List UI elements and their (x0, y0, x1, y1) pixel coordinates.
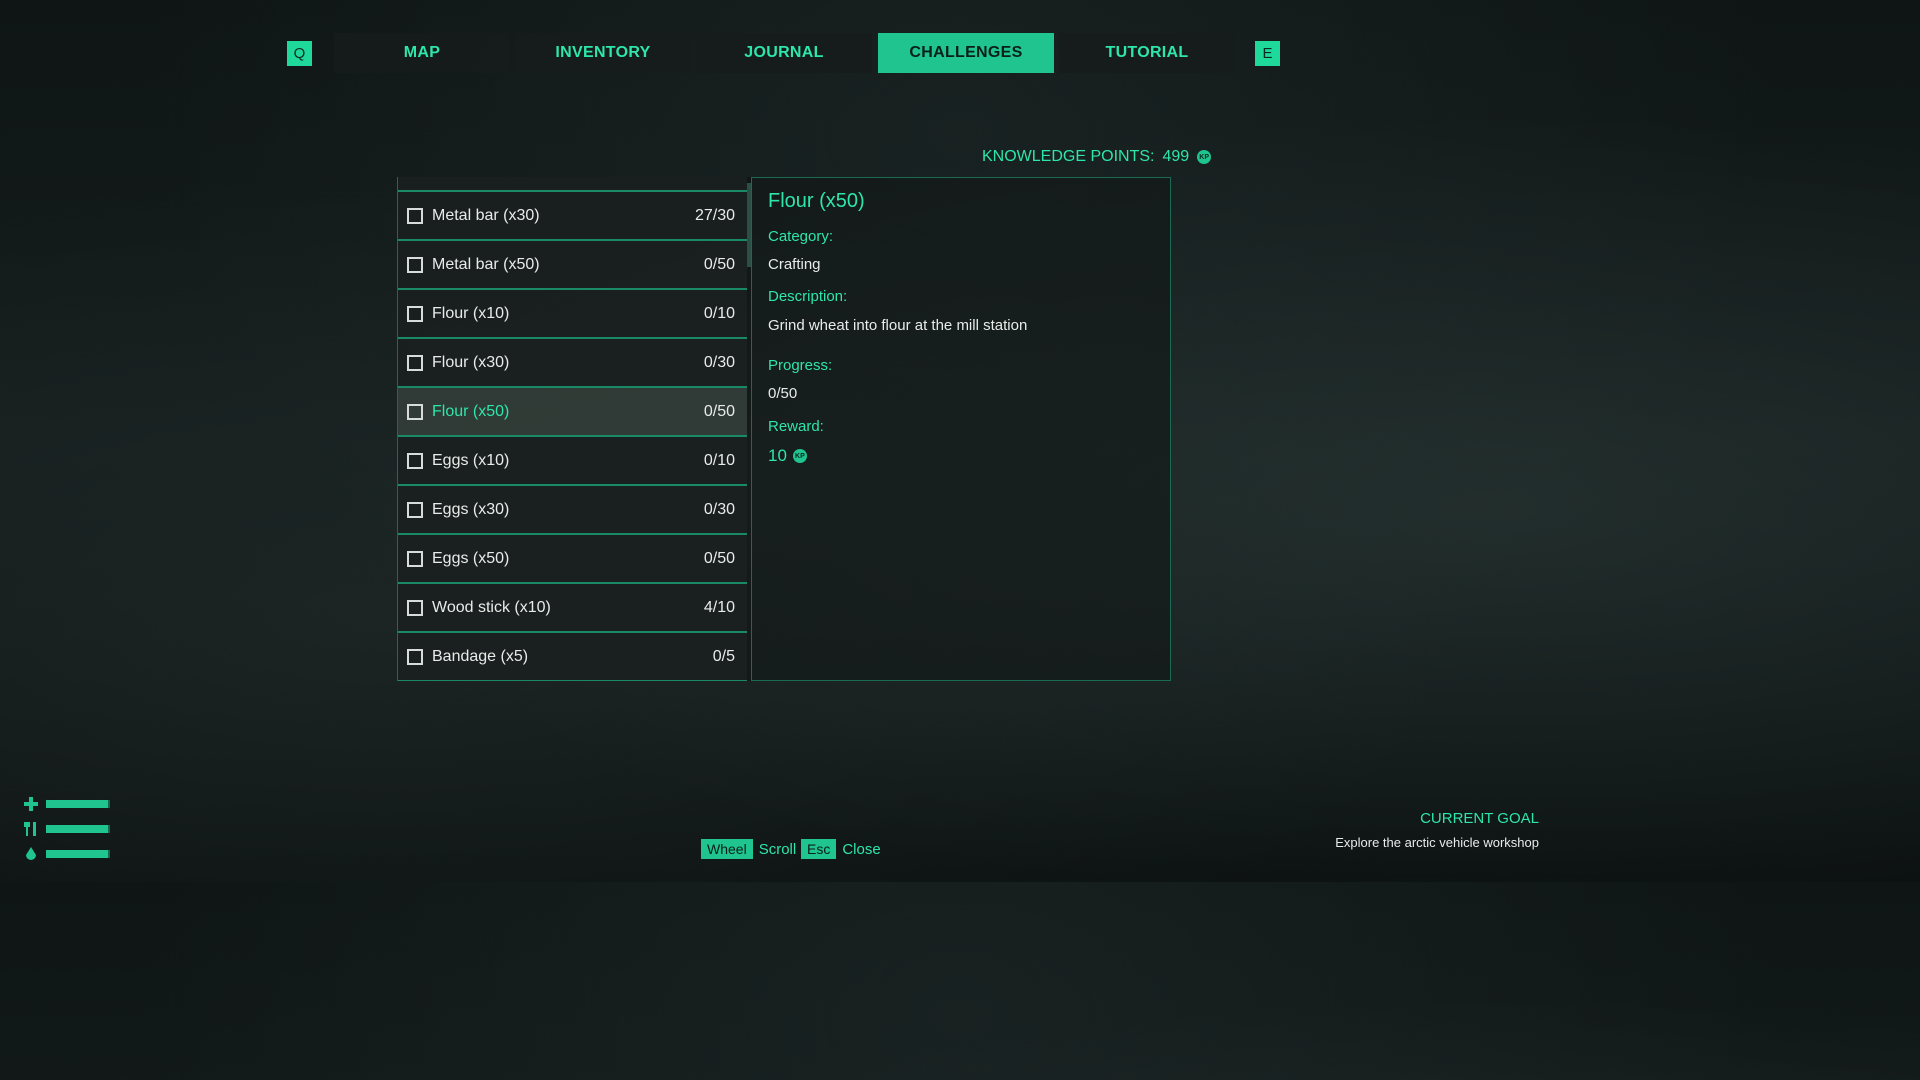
list-item[interactable]: Metal bar (x30) 27/30 (398, 192, 747, 241)
tab-journal[interactable]: JOURNAL (696, 33, 872, 73)
checkbox (407, 256, 423, 273)
challenge-label: Metal bar (x50) (432, 255, 540, 273)
close-control-hint[interactable]: Esc Close (801, 839, 881, 859)
kp-coin-icon: KP (1197, 150, 1212, 164)
challenge-label: Eggs (x30) (432, 500, 510, 518)
current-goal-title: CURRENT GOAL (1420, 810, 1539, 827)
list-item[interactable]: Eggs (x10) 0/10 (398, 437, 747, 486)
tab-tutorial[interactable]: TUTORIAL (1059, 33, 1235, 73)
challenge-progress: 0/30 (703, 353, 735, 371)
checkbox (407, 501, 423, 518)
checkbox (407, 599, 423, 616)
challenge-progress: 0/10 (703, 304, 735, 322)
list-item-selected[interactable]: Flour (x50) 0/50 (398, 388, 747, 437)
food-meter (24, 822, 110, 836)
category-value: Crafting (768, 256, 821, 273)
challenge-detail: Flour (x50) Category: Crafting Descripti… (751, 177, 1171, 681)
plus-icon (24, 797, 38, 811)
reward-label: Reward: (768, 418, 824, 435)
esc-key[interactable]: Esc (801, 839, 837, 859)
list-item[interactable]: Eggs (x30) 0/30 (398, 486, 747, 535)
knowledge-points-label: KNOWLEDGE POINTS: (982, 148, 1155, 165)
description-label: Description: (768, 288, 848, 305)
checkbox (407, 207, 423, 224)
challenge-label: Eggs (x50) (432, 549, 510, 567)
category-label: Category: (768, 228, 834, 245)
water-bar (46, 850, 110, 858)
challenge-label: Metal bar (x30) (432, 206, 540, 224)
challenge-progress: 0/10 (703, 451, 735, 469)
health-meter (24, 797, 110, 811)
reward: 10 KP (768, 446, 807, 466)
droplet-icon (24, 847, 38, 861)
fork-knife-icon (24, 822, 38, 836)
checkbox (407, 305, 423, 322)
checkbox (407, 403, 423, 420)
checkbox (407, 550, 423, 567)
tab-map[interactable]: MAP (334, 33, 510, 73)
tab-inventory[interactable]: INVENTORY (515, 33, 691, 73)
list-item-partial (398, 177, 747, 192)
prev-tab-key[interactable]: Q (287, 41, 312, 66)
food-bar (46, 825, 110, 833)
challenge-list[interactable]: Metal bar (x30) 27/30 Metal bar (x50) 0/… (397, 177, 747, 681)
list-item[interactable]: Wood stick (x10) 4/10 (398, 584, 747, 633)
reward-value: 10 (768, 446, 787, 465)
description-value: Grind wheat into flour at the mill stati… (768, 317, 1028, 334)
checkbox (407, 354, 423, 371)
challenge-label: Flour (x10) (432, 304, 510, 322)
challenge-label: Flour (x30) (432, 353, 510, 371)
list-item[interactable]: Bandage (x5) 0/5 (398, 633, 747, 681)
challenge-label: Flour (x50) (432, 402, 510, 420)
knowledge-points-value: 499 (1162, 148, 1190, 165)
list-item[interactable]: Flour (x10) 0/10 (398, 290, 747, 339)
scroll-action: Scroll (758, 840, 797, 858)
progress-value: 0/50 (768, 385, 798, 402)
water-meter (24, 847, 110, 861)
challenge-label: Wood stick (x10) (432, 598, 551, 616)
tab-challenges[interactable]: CHALLENGES (878, 33, 1054, 73)
next-tab-key[interactable]: E (1255, 41, 1280, 66)
challenge-label: Bandage (x5) (432, 647, 529, 665)
health-bar (46, 800, 110, 808)
checkbox (407, 648, 423, 665)
detail-title: Flour (x50) (768, 190, 865, 212)
challenge-progress: 0/50 (703, 402, 735, 420)
list-item[interactable]: Metal bar (x50) 0/50 (398, 241, 747, 290)
challenge-progress: 0/50 (703, 549, 735, 567)
progress-label: Progress: (768, 357, 833, 374)
challenge-progress: 4/10 (703, 598, 735, 616)
kp-coin-icon: KP (792, 449, 807, 463)
wheel-key: Wheel (701, 839, 753, 859)
list-item[interactable]: Flour (x30) 0/30 (398, 339, 747, 388)
challenge-progress: 0/30 (703, 500, 735, 518)
current-goal-text: Explore the arctic vehicle workshop (1335, 835, 1539, 850)
challenge-progress: 0/5 (712, 647, 735, 665)
challenge-label: Eggs (x10) (432, 451, 510, 469)
close-action[interactable]: Close (842, 841, 880, 858)
checkbox (407, 452, 423, 469)
list-item[interactable]: Eggs (x50) 0/50 (398, 535, 747, 584)
challenge-progress: 27/30 (694, 206, 735, 224)
knowledge-points: KNOWLEDGE POINTS: 499 KP (982, 146, 1212, 168)
challenge-progress: 0/50 (703, 255, 735, 273)
scroll-control-hint: Wheel Scroll (701, 839, 796, 859)
